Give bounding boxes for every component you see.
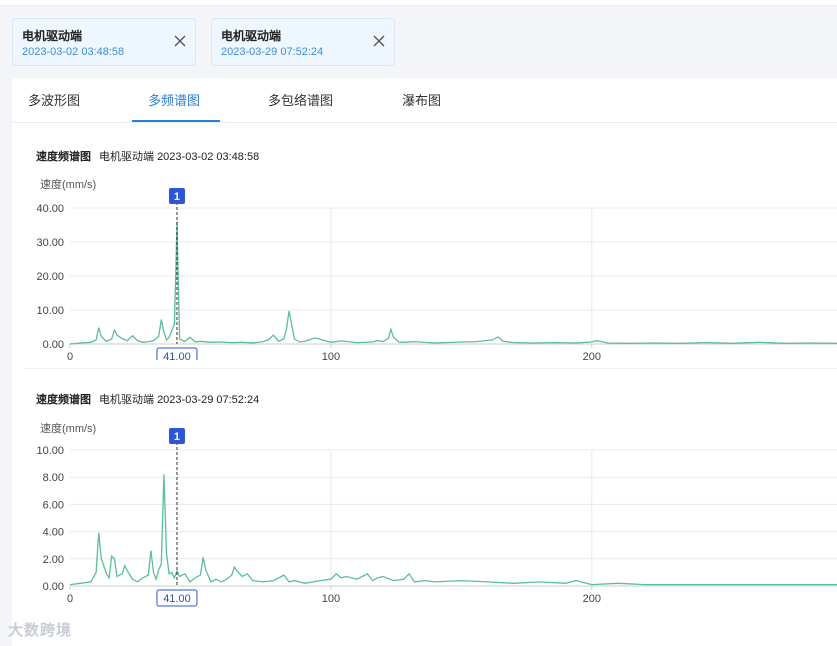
y-tick-label: 8.00 [43,472,64,484]
chart-time: 2023-03-29 07:52:24 [157,394,260,406]
chart-title-2: 速度频谱图 电机驱动端 2023-03-29 07:52:24 [36,391,259,407]
chart-divider [24,368,837,369]
chart-source: 电机驱动端 [99,151,154,163]
x-tick-label: 200 [583,351,601,360]
x-tick-label: 100 [322,593,340,605]
x-tick-label: 200 [583,593,601,605]
y-tick-label: 10.00 [36,445,64,457]
top-bar [0,0,837,6]
close-icon[interactable] [173,34,187,48]
y-tick-label: 40.00 [36,203,64,215]
y-axis-label: 速度(mm/s) [40,421,96,435]
cursor-value-label: 41.00 [163,351,191,360]
close-icon[interactable] [372,34,386,48]
y-tick-label: 4.00 [43,527,64,539]
y-tick-label: 2.00 [43,554,64,566]
tab-bar: 多波形图 多频谱图 多包络谱图 瀑布图 [12,78,837,123]
spectrum-chart-1[interactable]: 速度(mm/s) 0.00 10.00 20.00 30.00 40.00 0 100 200 1… [12,170,837,360]
spectrum-chart-2[interactable]: 速度(mm/s) 0.00 2.00 4.00 6.00 8.00 10.00 0 100 200… [12,414,837,614]
active-tab-indicator [132,120,220,122]
file-card-time: 2023-03-02 03:48:58 [22,46,125,58]
analysis-panel: 多波形图 多频谱图 多包络谱图 瀑布图 速度频谱图 电机驱动端 2023-03-0… [12,78,837,646]
y-tick-label: 30.00 [36,237,64,249]
spectrum-series-line [69,221,837,345]
x-tick-label: 0 [67,351,73,360]
cursor-marker-label: 1 [174,431,180,443]
chart-source: 电机驱动端 [99,394,154,406]
tab-multi-spectrum[interactable]: 多频谱图 [148,78,200,123]
chart-kind: 速度频谱图 [36,151,91,163]
y-tick-label: 6.00 [43,499,64,511]
spectrum-series-line [69,474,837,586]
watermark-logo: 大数跨境 [8,619,72,640]
chart-kind: 速度频谱图 [36,394,91,406]
tab-multi-waveform[interactable]: 多波形图 [28,78,80,123]
y-tick-label: 10.00 [36,305,64,317]
watermark-text: 大数跨境 [8,622,73,639]
x-tick-label: 0 [67,593,73,605]
y-axis-label: 速度(mm/s) [40,177,96,191]
tab-waterfall[interactable]: 瀑布图 [402,78,441,123]
file-card-2[interactable]: 电机驱动端 2023-03-29 07:52:24 [211,18,395,66]
cursor-value-label: 41.00 [163,593,191,605]
file-card-name: 电机驱动端 [221,29,282,43]
y-tick-label: 0.00 [43,339,64,351]
file-card-1[interactable]: 电机驱动端 2023-03-02 03:48:58 [12,18,196,66]
file-card-time: 2023-03-29 07:52:24 [221,46,324,58]
chart-title-1: 速度频谱图 电机驱动端 2023-03-02 03:48:58 [36,148,259,164]
y-tick-label: 0.00 [43,581,64,593]
chart-time: 2023-03-02 03:48:58 [157,151,260,163]
tab-multi-envelope[interactable]: 多包络谱图 [268,78,333,123]
y-tick-label: 20.00 [36,271,64,283]
file-card-name: 电机驱动端 [22,29,83,43]
x-tick-label: 100 [322,351,340,360]
cursor-marker-label: 1 [174,191,180,203]
